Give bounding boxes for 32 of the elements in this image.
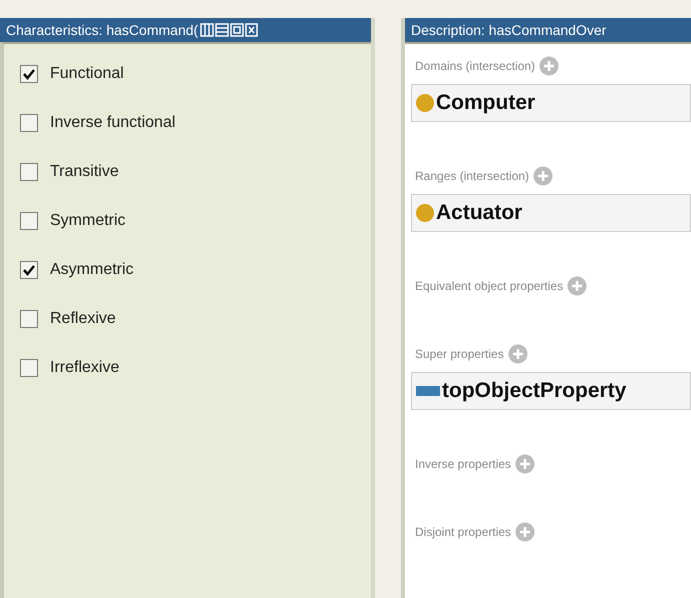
checkbox-label: Inverse functional [50, 113, 176, 133]
checkbox[interactable] [20, 163, 38, 181]
checkbox-label: Asymmetric [50, 260, 134, 280]
item-name: Actuator [436, 200, 522, 226]
class-icon [416, 204, 434, 222]
checkbox-label: Symmetric [50, 211, 126, 231]
list-item[interactable]: Computer [411, 84, 691, 122]
checkbox-label: Functional [50, 64, 124, 84]
section-label: Inverse properties [415, 456, 512, 473]
checkbox-label: Irreflexive [50, 358, 120, 378]
section-label: Ranges (intersection) [415, 168, 530, 185]
checkbox[interactable] [20, 114, 38, 132]
panel-title: Characteristics: hasCommand( [6, 20, 198, 40]
item-name: topObjectProperty [442, 378, 626, 404]
class-icon [416, 94, 434, 112]
checkbox-label: Reflexive [50, 309, 116, 329]
checkbox[interactable] [20, 212, 38, 230]
view-buttons-icon[interactable] [200, 23, 258, 37]
checkbox[interactable] [20, 310, 38, 328]
checkbox[interactable] [20, 261, 38, 279]
item-name: Computer [436, 90, 536, 116]
checkbox[interactable] [20, 359, 38, 377]
property-icon [416, 386, 440, 396]
list-item[interactable]: topObjectProperty [411, 372, 691, 410]
checkbox-label: Transitive [50, 162, 119, 182]
section-label: Super properties [415, 346, 504, 363]
section-label: Equivalent object properties [415, 278, 564, 295]
section-label: Disjoint properties [415, 524, 512, 541]
list-item[interactable]: Actuator [411, 194, 691, 232]
panel-title: Description: hasCommandOver [411, 20, 606, 40]
section-label: Domains (intersection) [415, 58, 536, 75]
checkbox[interactable] [20, 65, 38, 83]
